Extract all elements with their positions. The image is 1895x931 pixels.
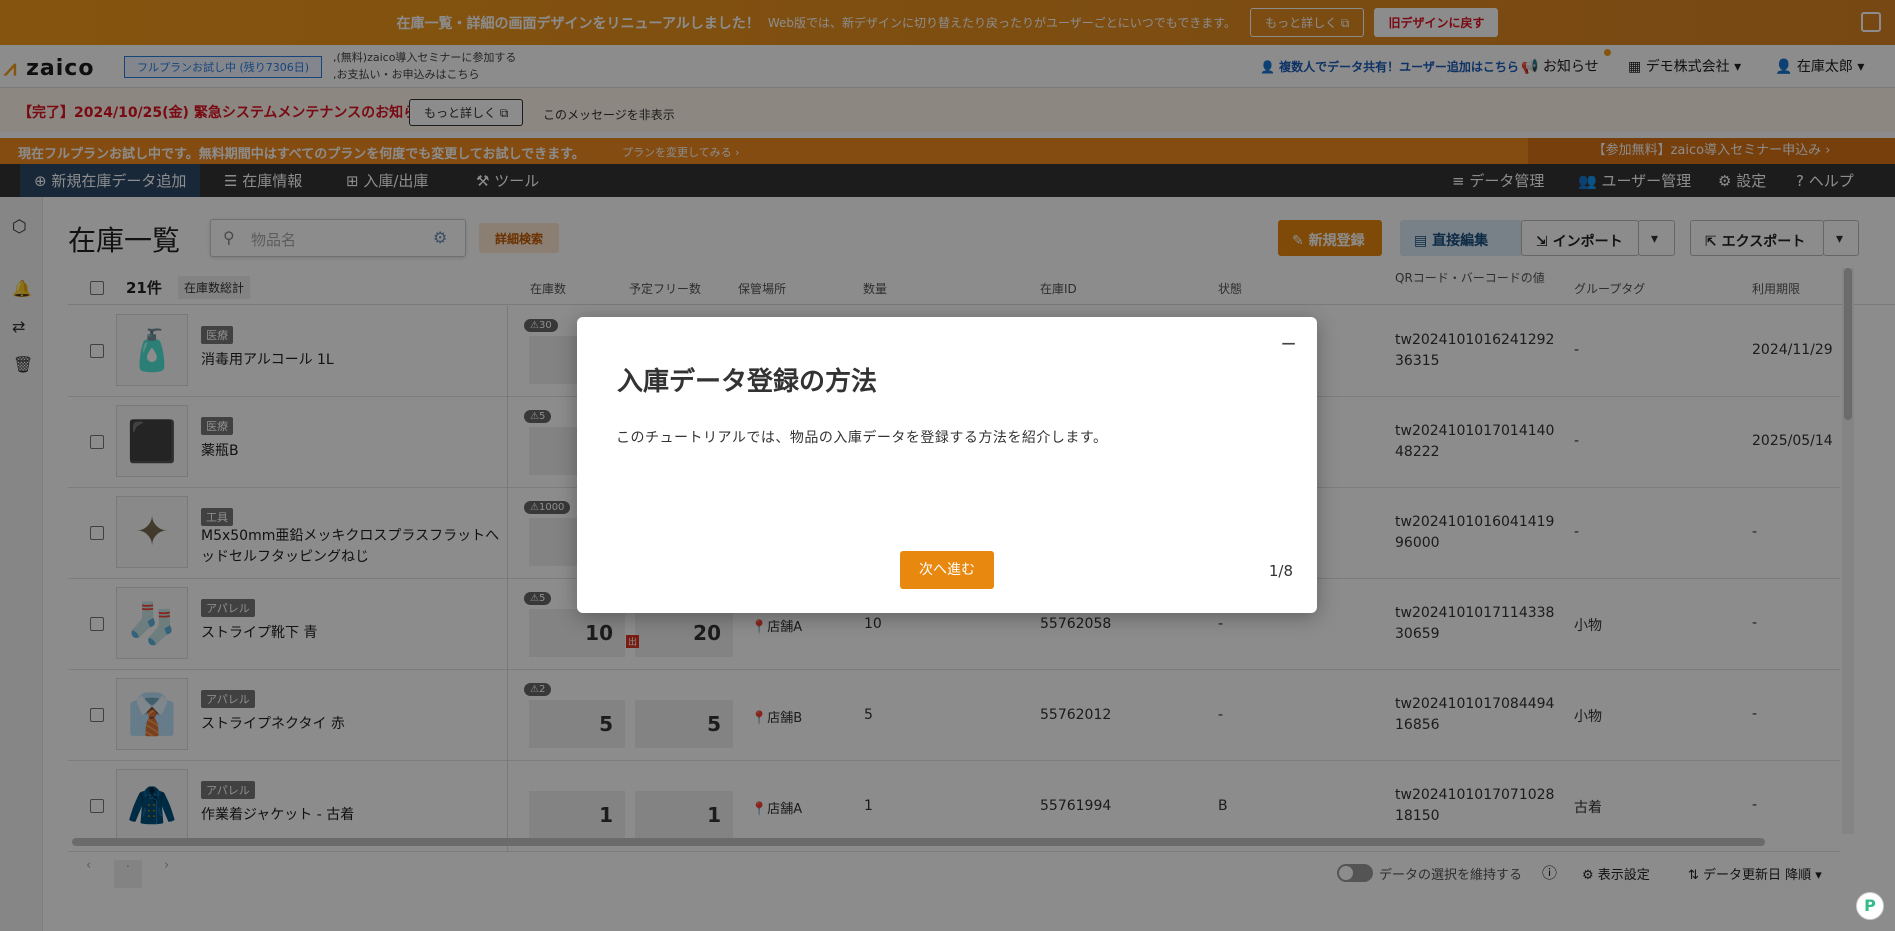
- modal-close-button[interactable]: −: [1280, 331, 1297, 355]
- tutorial-modal: − 入庫データ登録の方法 このチュートリアルでは、物品の入庫データを登録する方法…: [577, 317, 1317, 613]
- modal-title: 入庫データ登録の方法: [617, 367, 878, 397]
- modal-body: このチュートリアルでは、物品の入庫データを登録する方法を紹介します。: [616, 430, 1108, 446]
- next-step-button[interactable]: 次へ進む: [900, 551, 994, 589]
- chat-support-icon[interactable]: P: [1856, 892, 1884, 920]
- modal-page-indicator: 1/8: [1268, 562, 1293, 580]
